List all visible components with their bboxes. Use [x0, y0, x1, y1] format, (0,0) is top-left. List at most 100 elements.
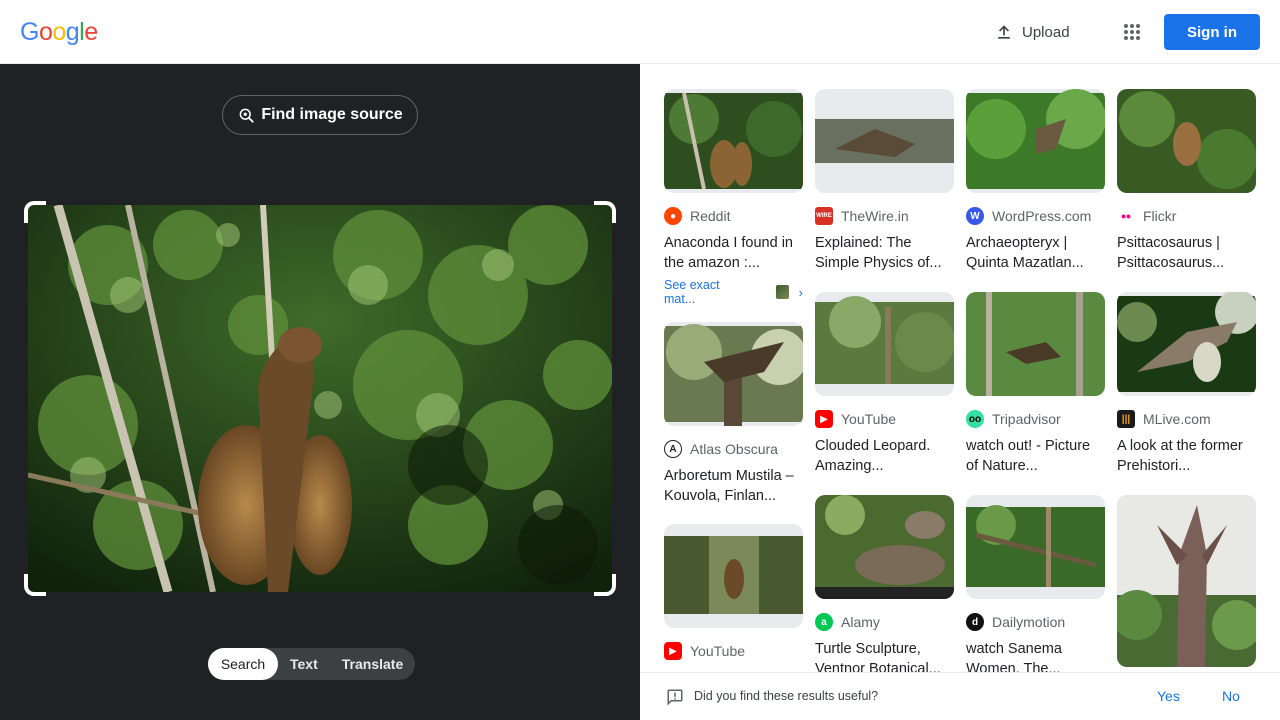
result-source-name: Flickr [1143, 208, 1177, 224]
result-source[interactable]: ● Reddit [664, 207, 803, 225]
chevron-right-icon: › [798, 284, 803, 300]
result-source[interactable]: d Dailymotion [966, 613, 1105, 631]
logo-letter: o [52, 18, 66, 46]
result-source-name: Reddit [690, 208, 731, 224]
visual-matches-panel: ● Reddit Anaconda I found in the amazon … [640, 64, 1280, 720]
result-card[interactable]: ||| MLive.com A look at the former Prehi… [1117, 292, 1256, 476]
result-thumbnail[interactable] [664, 89, 803, 193]
crop-handle-bottom-right[interactable] [594, 574, 616, 596]
youtube-icon: ▶ [815, 410, 833, 428]
result-source-name: WordPress.com [992, 208, 1092, 224]
lens-image-panel: Find image source Search Text Translate [0, 64, 640, 720]
see-exact-matches-label: See exact mat... [664, 278, 720, 306]
crop-handle-top-right[interactable] [594, 201, 616, 223]
result-title[interactable]: A look at the former Prehistori... [1117, 436, 1256, 476]
reddit-icon: ● [664, 207, 682, 225]
sign-in-button[interactable]: Sign in [1164, 14, 1260, 50]
result-title[interactable]: Anaconda I found in the amazon :... [664, 233, 803, 273]
result-thumbnail[interactable] [815, 89, 954, 193]
result-thumbnail[interactable] [1117, 89, 1256, 193]
result-card[interactable]: •• Flickr Psittacosaurus | Psittacosauru… [1117, 89, 1256, 273]
result-title[interactable]: Arboretum Mustila – Kouvola, Finlan... [664, 466, 803, 506]
result-card[interactable]: A Atlas Obscura Arboretum Mustila – Kouv… [664, 322, 803, 506]
result-title[interactable]: Psittacosaurus | Psittacosaurus... [1117, 233, 1256, 273]
result-thumbnail[interactable] [815, 292, 954, 396]
result-card[interactable]: d Dailymotion watch Sanema Women. The... [966, 495, 1105, 679]
result-thumbnail[interactable] [966, 292, 1105, 396]
result-thumbnail[interactable] [815, 495, 954, 599]
result-thumbnail[interactable] [664, 322, 803, 426]
result-source-name: YouTube [841, 411, 897, 427]
result-card[interactable]: W WordPress.com Archaeopteryx | Quinta M… [966, 89, 1105, 273]
result-source-name: Dailymotion [992, 614, 1066, 630]
result-thumbnail[interactable] [664, 524, 803, 628]
result-card[interactable]: ● Reddit Anaconda I found in the amazon … [664, 89, 803, 306]
result-source-name: Tripadvisor [992, 411, 1061, 427]
logo-letter: G [20, 18, 39, 46]
apps-grid-icon [1124, 24, 1140, 40]
result-thumbnail[interactable] [966, 495, 1105, 599]
wordpress-icon: W [966, 207, 984, 225]
apps-grid-button[interactable] [1116, 16, 1148, 48]
youtube-icon: ▶ [664, 642, 682, 660]
find-image-source-button[interactable]: Find image source [222, 95, 418, 135]
flickr-icon: •• [1121, 208, 1131, 224]
feedback-bar: Did you find these results useful? Yes N… [640, 672, 1280, 720]
top-bar: Google Upload Sign in [0, 0, 1280, 64]
lens-mode-tabs: Search Text Translate [208, 648, 416, 680]
see-exact-matches-link[interactable]: See exact mat... › [664, 278, 803, 306]
result-source[interactable]: W WordPress.com [966, 207, 1105, 225]
result-card[interactable] [1117, 495, 1256, 667]
result-source[interactable]: •• Flickr [1117, 207, 1256, 225]
alamy-icon: a [815, 613, 833, 631]
result-card[interactable]: WIRE TheWire.in Explained: The Simple Ph… [815, 89, 954, 273]
image-crop-area[interactable] [24, 201, 616, 596]
thewire-icon: WIRE [815, 207, 833, 225]
result-source[interactable]: a Alamy [815, 613, 954, 631]
result-thumbnail[interactable] [1117, 292, 1256, 396]
result-source[interactable]: ▶ YouTube [815, 410, 954, 428]
atlas-obscura-icon: A [664, 440, 682, 458]
result-source[interactable]: oo Tripadvisor [966, 410, 1105, 428]
find-image-source-label: Find image source [261, 106, 403, 123]
dailymotion-icon: d [966, 613, 984, 631]
result-source-name: YouTube [690, 643, 746, 659]
result-title[interactable]: Archaeopteryx | Quinta Mazatlan... [966, 233, 1105, 273]
upload-button[interactable]: Upload [984, 14, 1080, 50]
result-thumbnail[interactable] [1117, 495, 1256, 667]
crop-handle-top-left[interactable] [24, 201, 46, 223]
logo-letter: e [84, 18, 98, 46]
upload-label: Upload [1022, 23, 1070, 41]
feedback-icon [667, 689, 683, 706]
result-source[interactable]: WIRE TheWire.in [815, 207, 954, 225]
result-source[interactable]: A Atlas Obscura [664, 440, 803, 458]
feedback-question: Did you find these results useful? [694, 689, 879, 703]
logo-letter: o [38, 18, 53, 46]
query-image [28, 205, 612, 592]
result-title[interactable]: Explained: The Simple Physics of... [815, 233, 954, 273]
result-source-name: TheWire.in [841, 208, 909, 224]
result-source-name: Atlas Obscura [690, 441, 778, 457]
lens-search-icon [239, 108, 254, 123]
result-card[interactable]: oo Tripadvisor watch out! - Picture of N… [966, 292, 1105, 476]
result-source-name: MLive.com [1143, 411, 1211, 427]
result-title[interactable]: watch out! - Picture of Nature... [966, 436, 1105, 476]
result-card[interactable]: ▶ YouTube [664, 524, 803, 660]
upload-icon [998, 25, 1010, 39]
tab-translate[interactable]: Translate [330, 648, 415, 680]
logo-letter: g [65, 18, 80, 46]
result-title[interactable]: Clouded Leopard. Amazing... [815, 436, 954, 476]
feedback-yes-button[interactable]: Yes [1157, 688, 1180, 704]
result-source[interactable]: ||| MLive.com [1117, 410, 1256, 428]
result-thumbnail[interactable] [966, 89, 1105, 193]
mlive-icon: ||| [1117, 410, 1135, 428]
crop-handle-bottom-left[interactable] [24, 574, 46, 596]
result-card[interactable]: a Alamy Turtle Sculpture, Ventnor Botani… [815, 495, 954, 679]
result-card[interactable]: ▶ YouTube Clouded Leopard. Amazing... [815, 292, 954, 476]
tab-text[interactable]: Text [278, 648, 330, 680]
feedback-no-button[interactable]: No [1222, 688, 1240, 704]
result-source-name: Alamy [841, 614, 880, 630]
google-logo[interactable]: Google [20, 18, 98, 47]
result-source[interactable]: ▶ YouTube [664, 642, 803, 660]
tab-search[interactable]: Search [208, 648, 278, 680]
